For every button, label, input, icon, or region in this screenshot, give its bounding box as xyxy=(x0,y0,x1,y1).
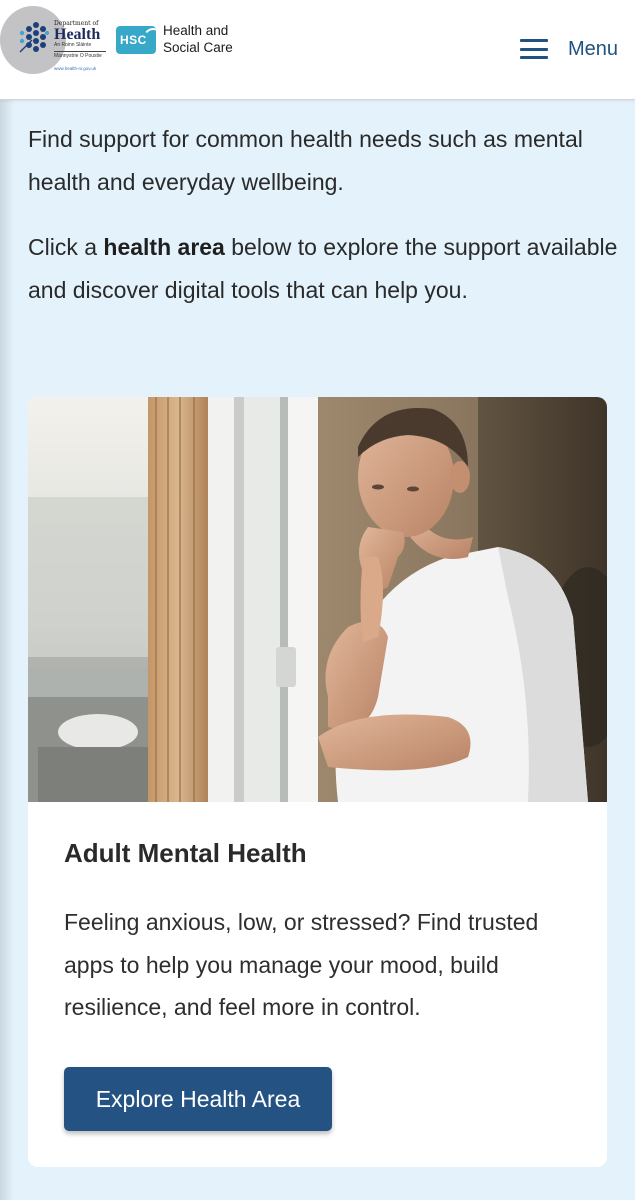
intro-bold-phrase: health area xyxy=(103,234,225,260)
explore-health-area-button[interactable]: Explore Health Area xyxy=(64,1067,332,1131)
hamburger-menu-icon xyxy=(520,39,548,59)
card-title: Adult Mental Health xyxy=(64,838,307,868)
card-body: Adult Mental Health Feeling anxious, low… xyxy=(64,831,584,1029)
intro-section: Find support for common health needs suc… xyxy=(28,118,618,334)
left-edge-shadow xyxy=(0,100,14,1200)
hsc-line-1: Health and xyxy=(163,23,229,38)
man-at-window-photo xyxy=(28,397,607,802)
intro-paragraph-1: Find support for common health needs suc… xyxy=(28,126,583,195)
hsc-badge: HSC xyxy=(116,26,156,54)
doh-wordmark: Department of Health An Roinn Sláinte Mä… xyxy=(54,20,114,72)
menu-label: Menu xyxy=(568,37,619,60)
doh-hexagon-logo-icon xyxy=(19,22,49,53)
doh-irish-name: An Roinn Sláinte xyxy=(54,42,92,48)
card-description: Feeling anxious, low, or stressed? Find … xyxy=(64,909,539,1020)
hsc-line-2: Social Care xyxy=(163,40,233,55)
intro-paragraph-2: Click a health area below to explore the… xyxy=(28,234,618,303)
doh-name: Health xyxy=(54,26,101,43)
menu-button[interactable]: Menu xyxy=(520,34,624,64)
health-area-card[interactable]: Adult Mental Health Feeling anxious, low… xyxy=(28,397,607,1167)
card-image xyxy=(28,397,607,802)
site-header: Department of Health An Roinn Sláinte Mä… xyxy=(0,0,635,100)
hsc-wordmark: Health and Social Care xyxy=(163,22,253,56)
doh-url: www.health-ni.gov.uk xyxy=(54,66,97,71)
doh-ulster-scots-name: Männystrie O Poustie xyxy=(54,51,106,60)
